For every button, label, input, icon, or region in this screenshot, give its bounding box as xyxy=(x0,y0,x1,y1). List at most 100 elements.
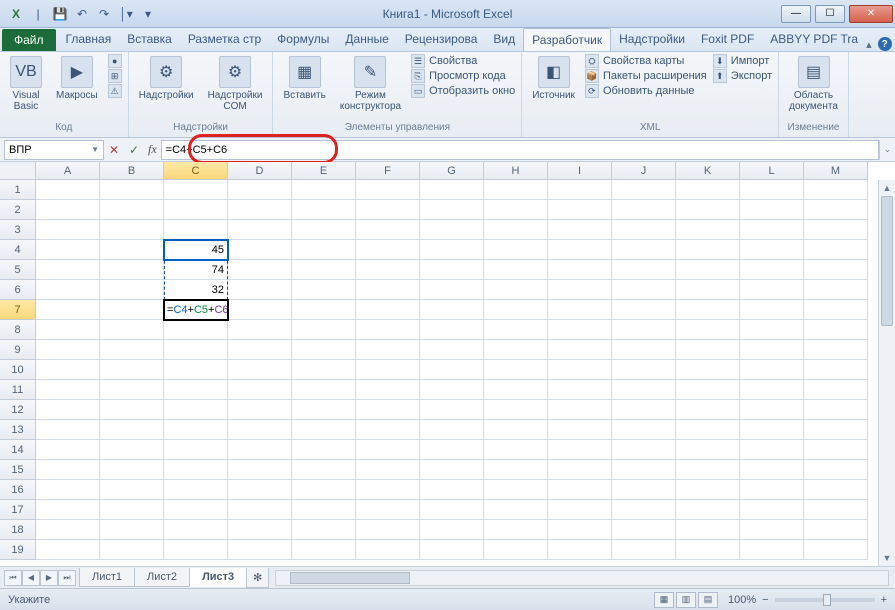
cell[interactable] xyxy=(804,340,868,360)
cell[interactable] xyxy=(100,340,164,360)
cell[interactable] xyxy=(228,540,292,560)
insert-function-button[interactable]: fx xyxy=(144,142,161,157)
cell[interactable] xyxy=(164,180,228,200)
save-icon[interactable]: 💾 xyxy=(50,4,70,24)
cell[interactable] xyxy=(804,480,868,500)
cell[interactable] xyxy=(36,200,100,220)
cell[interactable] xyxy=(36,540,100,560)
cell[interactable] xyxy=(292,260,356,280)
cell[interactable] xyxy=(100,480,164,500)
sheet-tab[interactable]: Лист3 xyxy=(189,568,247,587)
cell[interactable] xyxy=(804,260,868,280)
cell[interactable] xyxy=(36,440,100,460)
cell[interactable] xyxy=(100,260,164,280)
cell[interactable] xyxy=(356,500,420,520)
cell[interactable] xyxy=(164,460,228,480)
minimize-ribbon-icon[interactable]: ▴ xyxy=(866,38,872,51)
cell[interactable] xyxy=(740,520,804,540)
cell[interactable] xyxy=(356,340,420,360)
cell[interactable] xyxy=(356,280,420,300)
cell[interactable] xyxy=(100,500,164,520)
cell[interactable] xyxy=(740,320,804,340)
cell[interactable] xyxy=(228,460,292,480)
cell[interactable] xyxy=(548,260,612,280)
cell[interactable] xyxy=(548,440,612,460)
import-button[interactable]: ⬇Импорт xyxy=(713,54,772,68)
row-header[interactable]: 14 xyxy=(0,440,36,460)
cell[interactable] xyxy=(100,300,164,320)
cell[interactable] xyxy=(356,180,420,200)
cell[interactable] xyxy=(804,500,868,520)
cell[interactable] xyxy=(292,500,356,520)
cell[interactable] xyxy=(548,540,612,560)
cell[interactable] xyxy=(804,400,868,420)
row-header[interactable]: 1 xyxy=(0,180,36,200)
cell[interactable] xyxy=(228,220,292,240)
cell[interactable] xyxy=(292,520,356,540)
cell[interactable] xyxy=(164,400,228,420)
cell[interactable] xyxy=(804,360,868,380)
visual-basic-button[interactable]: VBVisualBasic xyxy=(6,54,46,114)
cell[interactable] xyxy=(356,360,420,380)
cell[interactable]: 32 xyxy=(164,280,228,300)
cell[interactable] xyxy=(420,480,484,500)
tab-abbyy pdf tra[interactable]: ABBYY PDF Tra xyxy=(762,28,866,51)
cell[interactable] xyxy=(36,240,100,260)
cell[interactable] xyxy=(228,340,292,360)
cell[interactable] xyxy=(36,380,100,400)
cell[interactable] xyxy=(356,540,420,560)
cell[interactable] xyxy=(100,400,164,420)
cell[interactable] xyxy=(36,480,100,500)
cell[interactable] xyxy=(804,420,868,440)
column-header[interactable]: M xyxy=(804,162,868,180)
cell[interactable] xyxy=(100,360,164,380)
cell[interactable] xyxy=(612,220,676,240)
scroll-down-icon[interactable]: ▼ xyxy=(879,550,895,566)
cell[interactable] xyxy=(36,520,100,540)
horizontal-scrollbar[interactable] xyxy=(275,570,889,586)
cell[interactable] xyxy=(356,400,420,420)
cell[interactable] xyxy=(804,520,868,540)
cell[interactable] xyxy=(228,420,292,440)
cell[interactable] xyxy=(36,400,100,420)
cell[interactable] xyxy=(36,320,100,340)
cell[interactable] xyxy=(228,400,292,420)
cell[interactable] xyxy=(36,360,100,380)
scroll-up-icon[interactable]: ▲ xyxy=(879,180,895,196)
zoom-in-button[interactable]: + xyxy=(881,594,887,606)
cell[interactable] xyxy=(292,440,356,460)
map-properties-button[interactable]: ⛭Свойства карты xyxy=(585,54,707,68)
cell[interactable] xyxy=(100,320,164,340)
sheet-next-icon[interactable]: ▶ xyxy=(40,570,58,586)
cell[interactable] xyxy=(484,380,548,400)
cell[interactable] xyxy=(100,460,164,480)
refresh-data-button[interactable]: ⟳Обновить данные xyxy=(585,84,707,98)
maximize-button[interactable]: ☐ xyxy=(815,5,845,23)
cell[interactable] xyxy=(676,420,740,440)
cell[interactable] xyxy=(100,520,164,540)
cell[interactable] xyxy=(356,480,420,500)
cell[interactable] xyxy=(548,520,612,540)
cell[interactable] xyxy=(164,220,228,240)
insert-control-button[interactable]: ▦Вставить xyxy=(279,54,329,103)
cell[interactable] xyxy=(292,240,356,260)
cell[interactable] xyxy=(164,440,228,460)
cell[interactable] xyxy=(484,220,548,240)
cell[interactable] xyxy=(420,460,484,480)
cell[interactable] xyxy=(228,440,292,460)
cell[interactable] xyxy=(676,200,740,220)
cell[interactable] xyxy=(612,420,676,440)
new-sheet-button[interactable]: ✻ xyxy=(246,568,269,588)
cell[interactable] xyxy=(740,400,804,420)
row-header[interactable]: 4 xyxy=(0,240,36,260)
cell[interactable] xyxy=(804,280,868,300)
sheet-tab[interactable]: Лист1 xyxy=(79,568,135,587)
tab-вид[interactable]: Вид xyxy=(485,28,523,51)
cell[interactable] xyxy=(548,500,612,520)
cell[interactable] xyxy=(164,480,228,500)
cell[interactable] xyxy=(228,360,292,380)
cell[interactable] xyxy=(292,340,356,360)
cell[interactable] xyxy=(548,480,612,500)
cell[interactable] xyxy=(676,520,740,540)
cell[interactable] xyxy=(36,220,100,240)
